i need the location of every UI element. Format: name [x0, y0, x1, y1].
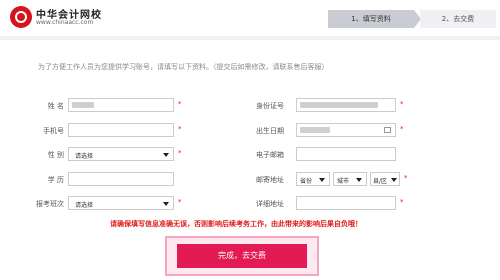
birth-label: 出生日期 — [256, 127, 284, 135]
chevron-down-icon — [163, 153, 169, 157]
required-mark: * — [178, 100, 182, 108]
id-input[interactable] — [296, 98, 396, 112]
logo-icon — [10, 6, 32, 28]
birth-date-input[interactable] — [296, 123, 396, 137]
name-input[interactable] — [68, 98, 174, 112]
step-pay: 2、去交费 — [420, 10, 496, 28]
exam-class-label: 报考班次 — [36, 200, 64, 208]
exam-class-value: 请选择 — [75, 202, 94, 209]
phone-input[interactable] — [68, 123, 174, 137]
id-label: 身份证号 — [256, 102, 284, 110]
header-divider — [0, 36, 500, 40]
brand-url: www.chinaacc.com — [36, 19, 94, 26]
calendar-icon[interactable] — [384, 127, 391, 133]
required-mark: * — [400, 100, 404, 108]
education-input[interactable] — [68, 172, 174, 186]
gender-label: 性 别 — [47, 151, 64, 159]
chevron-down-icon — [319, 178, 325, 182]
phone-label: 手机号 — [43, 127, 64, 135]
required-mark: * — [178, 149, 182, 157]
email-label: 电子邮箱 — [256, 151, 284, 159]
name-label: 姓 名 — [47, 102, 64, 110]
required-mark: * — [400, 125, 404, 133]
required-mark: * — [178, 125, 182, 133]
chevron-down-icon — [391, 178, 397, 182]
postal-label: 邮寄地址 — [256, 176, 284, 184]
education-label: 学 历 — [47, 176, 64, 184]
required-mark: * — [404, 174, 408, 182]
header: 中华会计网校 www.chinaacc.com 1、填写资料 2、去交费 — [0, 0, 500, 36]
submit-highlight: 完成，去交费 — [165, 236, 319, 276]
chevron-down-icon — [356, 178, 362, 182]
gender-value: 请选择 — [75, 153, 94, 160]
district-select[interactable]: 县/区 — [370, 172, 400, 186]
chevron-down-icon — [163, 202, 169, 206]
required-mark: * — [178, 198, 182, 206]
exam-class-select[interactable]: 请选择 — [68, 196, 174, 210]
detail-address-label: 详细地址 — [256, 200, 284, 208]
warning-text: 请确保填写信息准确无误，否则影响后续考务工作，由此带来的影响后果自负哦！ — [110, 220, 362, 228]
detail-address-input[interactable] — [296, 196, 396, 210]
step-fill-info: 1、填写资料 — [328, 10, 414, 28]
required-mark: * — [400, 198, 404, 206]
submit-button[interactable]: 完成，去交费 — [177, 244, 307, 268]
email-input[interactable] — [296, 147, 396, 161]
intro-text: 为了方便工作人员为您提供学习账号，请填写以下资料。（提交后如需修改，请联系售后客… — [38, 63, 329, 71]
gender-select[interactable]: 请选择 — [68, 147, 174, 161]
step-indicator: 1、填写资料 2、去交费 — [328, 10, 496, 28]
city-select[interactable]: 城市 — [333, 172, 367, 186]
province-select[interactable]: 省份 — [296, 172, 330, 186]
